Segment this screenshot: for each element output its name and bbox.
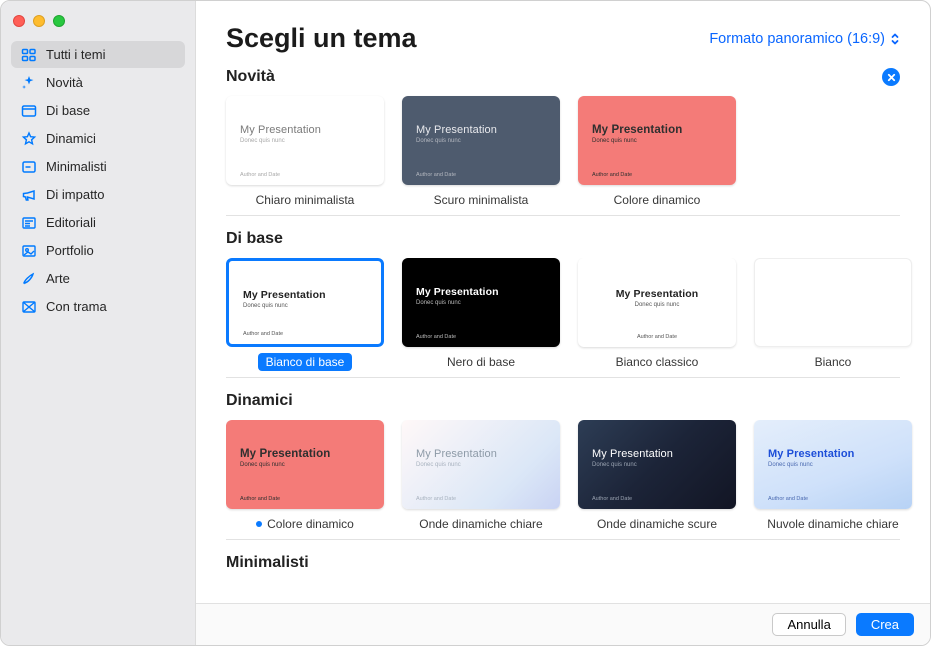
cancel-button[interactable]: Annulla — [772, 613, 845, 636]
theme-thumbnail: My Presentation Donec quis nunc Author a… — [754, 420, 912, 509]
theme-white[interactable]: Bianco — [754, 258, 912, 371]
theme-basic-white[interactable]: My Presentation Donec quis nunc Author a… — [226, 258, 384, 371]
theme-label: Scuro minimalista — [426, 191, 537, 209]
section-basic: Di base My Presentation Donec quis nunc … — [226, 230, 930, 378]
sidebar-item-label: Di base — [46, 103, 90, 118]
grid-icon — [20, 46, 37, 63]
sidebar-item-label: Novità — [46, 75, 83, 90]
newspaper-icon — [20, 214, 37, 231]
theme-classic-white[interactable]: My Presentation Donec quis nunc Author a… — [578, 258, 736, 371]
theme-thumbnail: My Presentation Donec quis nunc Author a… — [402, 258, 560, 347]
section-title: Dinamici — [226, 392, 293, 410]
theme-dynamic-color-new[interactable]: My Presentation Donec quis nunc Author a… — [578, 96, 736, 209]
sidebar-item-label: Con trama — [46, 299, 107, 314]
theme-thumbnail: My Presentation Donec quis nunc Author a… — [226, 96, 384, 185]
section-minimalist: Minimalisti — [226, 554, 930, 572]
theme-dynamic-waves-dark[interactable]: My Presentation Donec quis nunc Author a… — [578, 420, 736, 533]
star-icon — [20, 130, 37, 147]
sidebar-item-label: Di impatto — [46, 187, 105, 202]
sidebar-item-label: Arte — [46, 271, 70, 286]
sparkle-icon — [20, 74, 37, 91]
theme-label: Bianco — [807, 353, 860, 371]
sidebar-item-editorial[interactable]: Editoriali — [11, 209, 185, 236]
section-dynamic: Dinamici My Presentation Donec quis nunc… — [226, 392, 930, 540]
updown-chevron-icon — [890, 32, 900, 46]
theme-label: Nuvole dinamiche chiare — [759, 515, 906, 533]
doc-icon — [20, 158, 37, 175]
sidebar-item-dynamic[interactable]: Dinamici — [11, 125, 185, 152]
brush-icon — [20, 270, 37, 287]
section-title: Minimalisti — [226, 554, 309, 572]
theme-thumbnail: My Presentation Donec quis nunc Author a… — [402, 96, 560, 185]
folder-icon — [20, 102, 37, 119]
section-title: Novità — [226, 68, 275, 86]
sidebar-item-label: Portfolio — [46, 243, 94, 258]
section-title: Di base — [226, 230, 283, 248]
theme-basic-black[interactable]: My Presentation Donec quis nunc Author a… — [402, 258, 560, 371]
header: Scegli un tema Formato panoramico (16:9) — [196, 1, 930, 68]
theme-label: Onde dinamiche chiare — [411, 515, 550, 533]
megaphone-icon — [20, 186, 37, 203]
body: Tutti i temi Novità Di base — [1, 1, 930, 645]
section-new: Novità My Presentation Donec quis nunc — [226, 68, 930, 216]
sidebar-item-new[interactable]: Novità — [11, 69, 185, 96]
footer: Annulla Crea — [196, 603, 930, 645]
theme-label: Onde dinamiche scure — [589, 515, 725, 533]
theme-label: Colore dinamico — [248, 515, 362, 533]
theme-thumbnail: My Presentation Donec quis nunc Author a… — [402, 420, 560, 509]
popup-label: Formato panoramico (16:9) — [709, 31, 885, 47]
theme-label: Colore dinamico — [606, 191, 709, 209]
sidebar-item-minimalist[interactable]: Minimalisti — [11, 153, 185, 180]
texture-icon — [20, 298, 37, 315]
theme-thumbnail — [754, 258, 912, 347]
theme-thumbnail: My Presentation Donec quis nunc Author a… — [578, 96, 736, 185]
theme-label: Bianco classico — [608, 353, 707, 371]
dismiss-section-button[interactable] — [882, 68, 900, 86]
window-controls — [1, 9, 195, 41]
new-indicator-dot — [256, 521, 262, 527]
theme-label: Chiaro minimalista — [248, 191, 363, 209]
theme-dynamic-clouds-light[interactable]: My Presentation Donec quis nunc Author a… — [754, 420, 912, 533]
sidebar-item-all-themes[interactable]: Tutti i temi — [11, 41, 185, 68]
theme-chooser-window: Tutti i temi Novità Di base — [0, 0, 931, 646]
main: Scegli un tema Formato panoramico (16:9)… — [196, 1, 930, 645]
theme-thumbnail: My Presentation Donec quis nunc Author a… — [226, 258, 384, 347]
theme-thumbnail: My Presentation Donec quis nunc Author a… — [226, 420, 384, 509]
minimize-window-button[interactable] — [33, 15, 45, 27]
sidebar-item-label: Dinamici — [46, 131, 96, 146]
create-button[interactable]: Crea — [856, 613, 914, 636]
zoom-window-button[interactable] — [53, 15, 65, 27]
theme-label: Nero di base — [439, 353, 523, 371]
sidebar-item-label: Tutti i temi — [46, 47, 105, 62]
image-icon — [20, 242, 37, 259]
sidebar-list: Tutti i temi Novità Di base — [1, 41, 195, 320]
theme-dynamic-waves-light[interactable]: My Presentation Donec quis nunc Author a… — [402, 420, 560, 533]
close-window-button[interactable] — [13, 15, 25, 27]
theme-light-minimal[interactable]: My Presentation Donec quis nunc Author a… — [226, 96, 384, 209]
sidebar-item-basic[interactable]: Di base — [11, 97, 185, 124]
theme-dark-minimal[interactable]: My Presentation Donec quis nunc Author a… — [402, 96, 560, 209]
theme-thumbnail: My Presentation Donec quis nunc Author a… — [578, 258, 736, 347]
page-title: Scegli un tema — [226, 23, 417, 54]
sidebar-item-textured[interactable]: Con trama — [11, 293, 185, 320]
sidebar-item-label: Minimalisti — [46, 159, 107, 174]
theme-dynamic-color[interactable]: My Presentation Donec quis nunc Author a… — [226, 420, 384, 533]
theme-label: Bianco di base — [258, 353, 353, 371]
sidebar-item-art[interactable]: Arte — [11, 265, 185, 292]
sidebar-item-label: Editoriali — [46, 215, 96, 230]
sidebar-item-portfolio[interactable]: Portfolio — [11, 237, 185, 264]
theme-thumbnail: My Presentation Donec quis nunc Author a… — [578, 420, 736, 509]
sidebar: Tutti i temi Novità Di base — [1, 1, 196, 645]
slide-format-popup[interactable]: Formato panoramico (16:9) — [709, 31, 900, 47]
sidebar-item-bold[interactable]: Di impatto — [11, 181, 185, 208]
theme-scroll-area[interactable]: Novità My Presentation Donec quis nunc — [196, 68, 930, 603]
